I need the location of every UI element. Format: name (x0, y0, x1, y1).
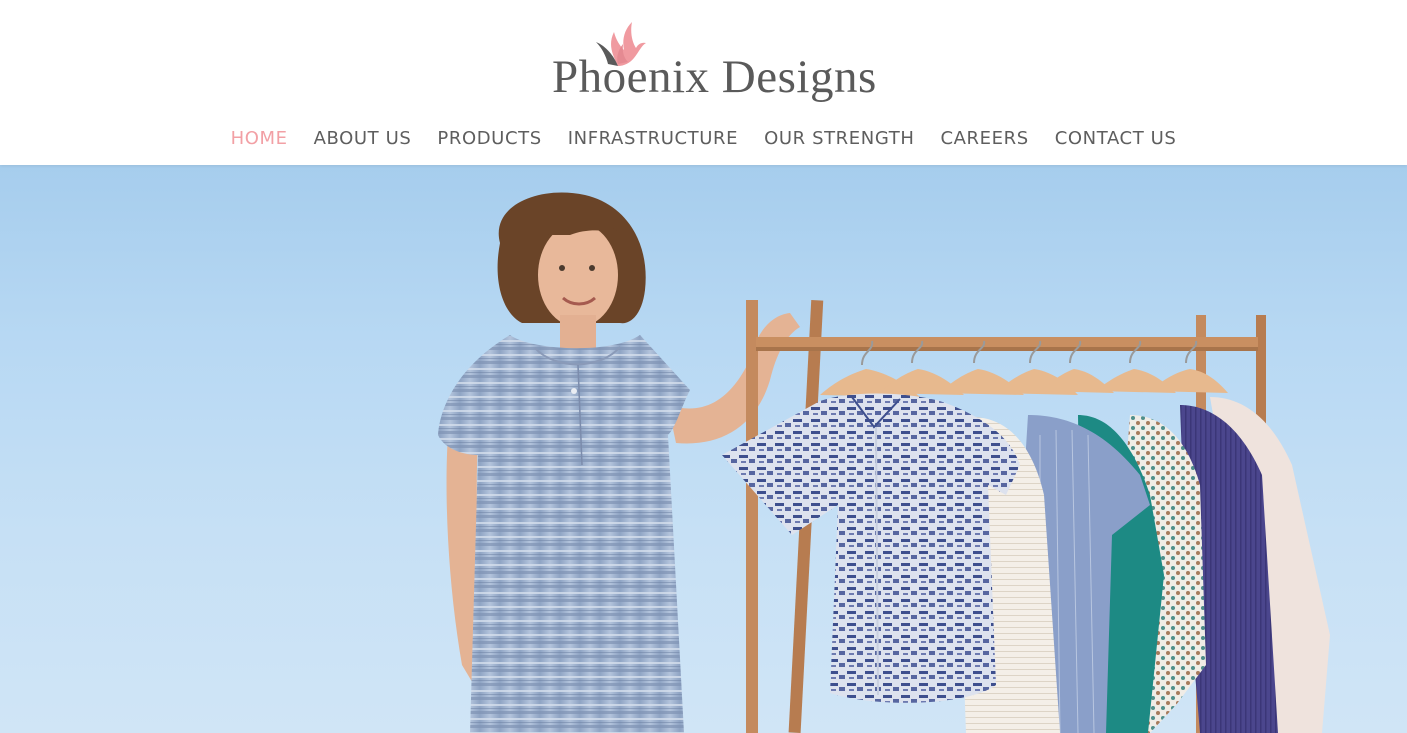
nav-item-our-strength[interactable]: OUR STRENGTH (764, 126, 914, 152)
nav-item-about-us[interactable]: ABOUT US (314, 126, 412, 152)
hero-image (438, 192, 1330, 733)
nav-item-home[interactable]: HOME (231, 126, 288, 152)
nav-item-products[interactable]: PRODUCTS (437, 126, 541, 152)
main-navigation: HOME ABOUT US PRODUCTS INFRASTRUCTURE OU… (0, 126, 1407, 152)
nav-item-careers[interactable]: CAREERS (940, 126, 1028, 152)
hero-banner (0, 165, 1407, 733)
nav-item-contact-us[interactable]: CONTACT US (1055, 126, 1177, 152)
logo-wordmark: Phoenix Designs (552, 51, 877, 103)
nav-item-infrastructure[interactable]: INFRASTRUCTURE (568, 126, 738, 152)
site-header: Phoenix Designs HOME ABOUT US PRODUCTS I… (0, 0, 1407, 165)
site-logo[interactable]: Phoenix Designs (552, 14, 876, 104)
